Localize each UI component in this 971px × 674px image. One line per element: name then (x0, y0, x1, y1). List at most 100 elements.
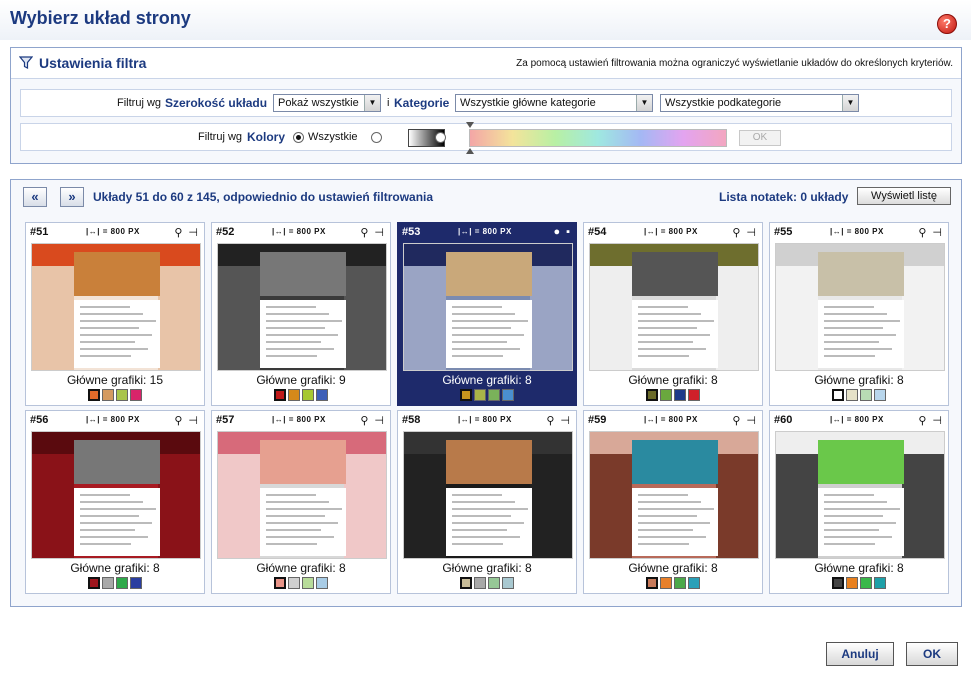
color-swatch[interactable] (874, 577, 886, 589)
color-swatch[interactable] (302, 577, 314, 589)
layout-card[interactable]: #55 |↔| = 800 PX ⚲ ⊣ Główne grafiki: 8 (769, 222, 949, 406)
color-swatch[interactable] (474, 577, 486, 589)
thumb-image (632, 440, 718, 484)
zoom-icon[interactable]: ⚲ (360, 227, 368, 239)
help-icon[interactable]: ? (937, 14, 957, 34)
layout-card[interactable]: #56 |↔| = 800 PX ⚲ ⊣ Główne grafiki: 8 (25, 410, 205, 594)
color-swatch[interactable] (130, 389, 142, 401)
color-swatch[interactable] (846, 389, 858, 401)
color-swatch[interactable] (274, 389, 286, 401)
color-swatch[interactable] (846, 577, 858, 589)
color-swatch[interactable] (288, 389, 300, 401)
color-swatch[interactable] (488, 389, 500, 401)
layout-thumbnail[interactable] (31, 243, 201, 371)
pin-icon[interactable]: ⊣ (932, 227, 942, 239)
subcategory-select[interactable]: Wszystkie podkategorie ▼ (660, 94, 859, 112)
color-swatch[interactable] (660, 577, 672, 589)
pin-icon[interactable]: ⊣ (746, 227, 756, 239)
title-bar: Wybierz układ strony ? (0, 0, 971, 40)
zoom-icon[interactable]: ⚲ (732, 227, 740, 239)
radio-color-spectrum[interactable] (435, 132, 446, 143)
color-swatch[interactable] (688, 577, 700, 589)
color-swatch[interactable] (130, 577, 142, 589)
color-swatch[interactable] (874, 389, 886, 401)
pin-icon[interactable]: ⊣ (932, 415, 942, 427)
pin-icon[interactable]: ⊣ (188, 415, 198, 427)
spectrum-marker-bottom[interactable] (466, 148, 474, 154)
color-ok-button[interactable]: OK (739, 130, 781, 146)
pin-icon[interactable]: ⊣ (374, 415, 384, 427)
zoom-icon[interactable]: ● (553, 226, 560, 238)
category-select[interactable]: Wszystkie główne kategorie ▼ (455, 94, 653, 112)
layout-thumbnail[interactable] (589, 431, 759, 559)
layout-thumbnail[interactable] (589, 243, 759, 371)
pin-icon[interactable]: ⊣ (560, 415, 570, 427)
cancel-button[interactable]: Anuluj (826, 642, 894, 666)
radio-all-colors[interactable] (293, 132, 304, 143)
zoom-icon[interactable]: ⚲ (546, 415, 554, 427)
layout-thumbnail[interactable] (775, 243, 945, 371)
color-spectrum-slider[interactable] (469, 129, 727, 147)
pin-icon[interactable]: ⊣ (374, 227, 384, 239)
color-swatch[interactable] (860, 389, 872, 401)
zoom-icon[interactable]: ⚲ (360, 415, 368, 427)
layout-card[interactable]: #60 |↔| = 800 PX ⚲ ⊣ Główne grafiki: 8 (769, 410, 949, 594)
color-swatch[interactable] (102, 389, 114, 401)
ok-button[interactable]: OK (906, 642, 958, 666)
color-swatch[interactable] (116, 389, 128, 401)
color-swatch[interactable] (460, 577, 472, 589)
color-swatch[interactable] (288, 577, 300, 589)
color-swatch[interactable] (646, 389, 658, 401)
layout-card[interactable]: #53 |↔| = 800 PX ● ▪ Główne grafiki: 8 (397, 222, 577, 406)
layout-thumbnail[interactable] (217, 243, 387, 371)
color-swatch[interactable] (674, 577, 686, 589)
show-list-button[interactable]: Wyświetl listę (857, 187, 951, 205)
color-swatch[interactable] (460, 389, 472, 401)
color-swatch[interactable] (674, 389, 686, 401)
layout-card[interactable]: #59 |↔| = 800 PX ⚲ ⊣ Główne grafiki: 8 (583, 410, 763, 594)
layout-thumbnail[interactable] (403, 243, 573, 371)
layout-card[interactable]: #51 |↔| = 800 PX ⚲ ⊣ Główne grafiki: 15 (25, 222, 205, 406)
zoom-icon[interactable]: ⚲ (174, 227, 182, 239)
color-swatch[interactable] (274, 577, 286, 589)
color-swatch[interactable] (88, 389, 100, 401)
layout-thumbnail[interactable] (403, 431, 573, 559)
color-swatch[interactable] (302, 389, 314, 401)
layout-card[interactable]: #57 |↔| = 800 PX ⚲ ⊣ Główne grafiki: 8 (211, 410, 391, 594)
color-swatch[interactable] (116, 577, 128, 589)
width-select[interactable]: Pokaż wszystkie ▼ (273, 94, 381, 112)
color-swatch[interactable] (316, 389, 328, 401)
color-swatch[interactable] (688, 389, 700, 401)
color-swatch[interactable] (102, 577, 114, 589)
pin-icon[interactable]: ⊣ (188, 227, 198, 239)
pin-icon[interactable]: ▪ (566, 226, 570, 238)
zoom-icon[interactable]: ⚲ (918, 415, 926, 427)
zoom-icon[interactable]: ⚲ (918, 227, 926, 239)
color-swatch[interactable] (660, 389, 672, 401)
card-actions: ● ▪ (553, 226, 570, 238)
zoom-icon[interactable]: ⚲ (174, 415, 182, 427)
prev-page-button[interactable]: « (23, 187, 47, 207)
chevron-down-icon: ▼ (636, 95, 652, 111)
radio-grayscale[interactable] (371, 132, 382, 143)
layout-card[interactable]: #54 |↔| = 800 PX ⚲ ⊣ Główne grafiki: 8 (583, 222, 763, 406)
layout-thumbnail[interactable] (217, 431, 387, 559)
zoom-icon[interactable]: ⚲ (732, 415, 740, 427)
next-page-button[interactable]: » (60, 187, 84, 207)
color-swatch[interactable] (832, 389, 844, 401)
layout-thumbnail[interactable] (775, 431, 945, 559)
color-swatch[interactable] (646, 577, 658, 589)
spectrum-marker-top[interactable] (466, 122, 474, 128)
pin-icon[interactable]: ⊣ (746, 415, 756, 427)
color-swatch[interactable] (832, 577, 844, 589)
layout-card[interactable]: #58 |↔| = 800 PX ⚲ ⊣ Główne grafiki: 8 (397, 410, 577, 594)
layout-card[interactable]: #52 |↔| = 800 PX ⚲ ⊣ Główne grafiki: 9 (211, 222, 391, 406)
color-swatch[interactable] (860, 577, 872, 589)
color-swatch[interactable] (316, 577, 328, 589)
color-swatch[interactable] (88, 577, 100, 589)
color-swatch[interactable] (502, 389, 514, 401)
color-swatch[interactable] (474, 389, 486, 401)
color-swatch[interactable] (488, 577, 500, 589)
layout-thumbnail[interactable] (31, 431, 201, 559)
color-swatch[interactable] (502, 577, 514, 589)
